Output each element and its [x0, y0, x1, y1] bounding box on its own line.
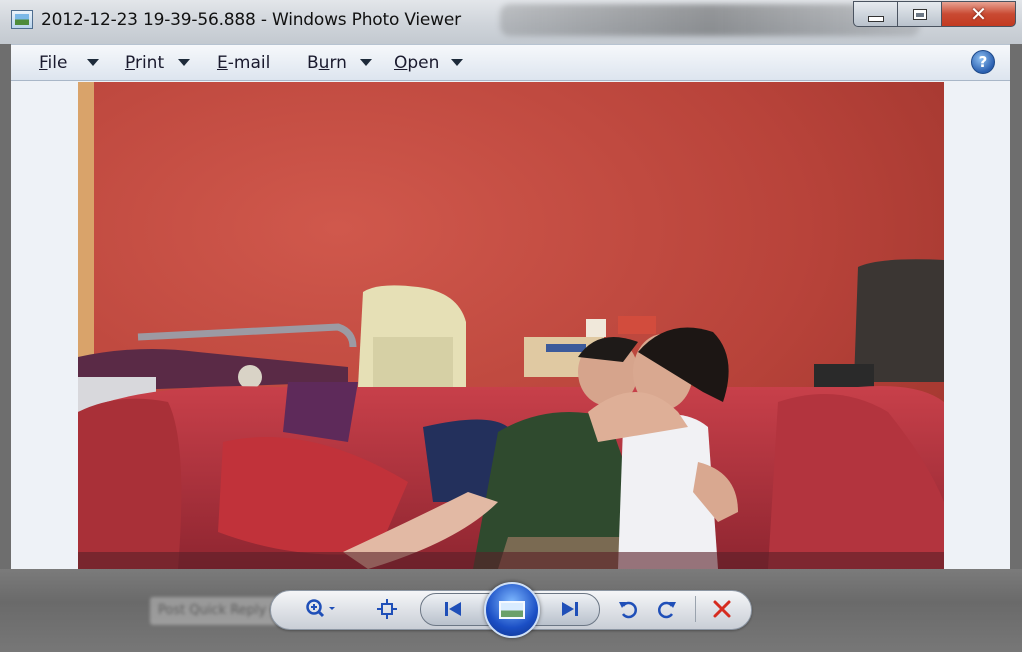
next-button[interactable] [557, 598, 583, 620]
toolbar-separator [695, 596, 696, 622]
previous-button[interactable] [440, 598, 466, 620]
slideshow-icon [499, 601, 525, 619]
menu-email[interactable]: E-mail [217, 53, 270, 73]
close-button[interactable]: ✕ [942, 1, 1016, 27]
rotate-counterclockwise-button[interactable] [616, 597, 640, 621]
minimize-icon [867, 16, 884, 22]
menu-open[interactable]: Open [394, 53, 439, 73]
minimize-button[interactable] [853, 1, 898, 27]
menu-file[interactable]: File [39, 53, 67, 73]
zoom-button[interactable] [302, 597, 340, 621]
print-dropdown-arrow-icon[interactable] [178, 59, 190, 66]
menu-print[interactable]: Print [125, 53, 164, 73]
close-icon: ✕ [970, 2, 987, 26]
rotate-counterclockwise-icon [619, 601, 637, 619]
burn-dropdown-arrow-icon[interactable] [360, 59, 372, 66]
photo-viewer-app-icon[interactable] [11, 10, 33, 29]
displayed-photo [78, 82, 944, 569]
rotate-clockwise-button[interactable] [655, 597, 679, 621]
maximize-button[interactable] [898, 1, 942, 27]
delete-icon [713, 600, 731, 618]
previous-icon [445, 602, 461, 616]
image-viewport[interactable] [11, 81, 1010, 569]
help-icon[interactable]: ? [971, 50, 995, 74]
open-dropdown-arrow-icon[interactable] [451, 59, 463, 66]
next-icon [562, 602, 578, 616]
menu-burn[interactable]: Burn [307, 53, 347, 73]
fit-to-window-icon [377, 599, 397, 619]
zoom-icon [306, 599, 335, 618]
actual-size-button[interactable] [374, 597, 400, 621]
rotate-clockwise-icon [658, 601, 676, 619]
delete-button[interactable] [710, 597, 734, 621]
menu-bar: File Print E-mail Burn Open ? [11, 44, 1010, 81]
slideshow-button[interactable] [484, 582, 540, 638]
caption-buttons: ✕ [853, 1, 1016, 29]
maximize-icon [912, 8, 927, 20]
title-bar[interactable]: 2012-12-23 19-39-56.888 - Windows Photo … [0, 0, 1022, 44]
file-dropdown-arrow-icon[interactable] [87, 59, 99, 66]
window-title: 2012-12-23 19-39-56.888 - Windows Photo … [41, 10, 461, 30]
